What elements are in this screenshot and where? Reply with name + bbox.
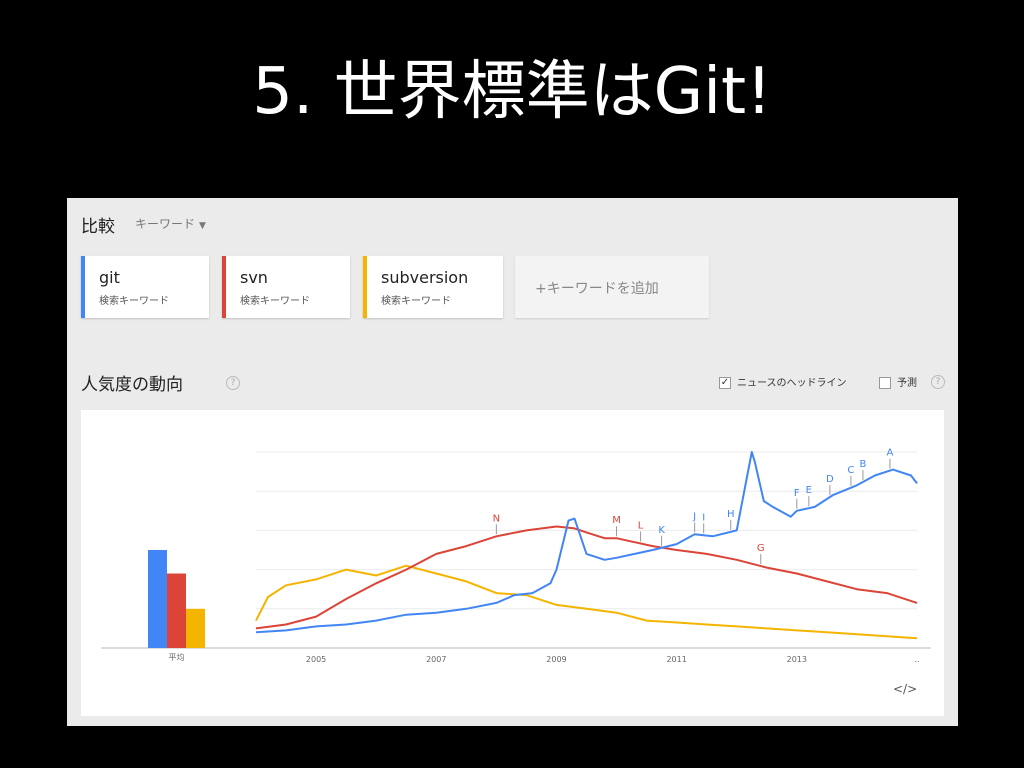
- keyword-card-git[interactable]: git 検索キーワード: [81, 256, 209, 318]
- x-tick-label: 2011: [666, 655, 686, 664]
- annotation-label-B: B: [859, 459, 866, 470]
- annotation-label-K: K: [658, 525, 665, 536]
- help-icon[interactable]: ?: [226, 376, 240, 390]
- x-tick-label: 2013: [787, 655, 807, 664]
- keyword-term: git: [99, 268, 120, 287]
- x-tick-label: 2009: [546, 655, 566, 664]
- chart-area: 平均 2005 2007 2009 2011 2013.. N M L K J I H G F E D C B A <…: [81, 410, 944, 716]
- annotation-label-N: N: [493, 513, 500, 524]
- line-git: [255, 451, 918, 634]
- annotation-label-G: G: [757, 543, 765, 554]
- keyword-color-bar: [363, 256, 367, 318]
- keyword-subtitle: 検索キーワード: [240, 296, 310, 307]
- annotation-label-C: C: [847, 465, 854, 476]
- trend-chart: 平均 2005 2007 2009 2011 2013 .. N M L K J I H G F E D CB A: [101, 448, 931, 664]
- forecast-label: 予測: [897, 378, 917, 389]
- slide-title: 5. 世界標準はGit!: [252, 55, 772, 129]
- x-tick-label: 2007: [426, 655, 446, 664]
- forecast-toggle[interactable]: 予測: [879, 374, 917, 389]
- bar-git: [148, 550, 167, 648]
- keyword-term: subversion: [381, 268, 469, 287]
- annotation-label-E: E: [806, 485, 812, 496]
- trends-panel: 比較 キーワード ▼ git 検索キーワード svn 検索キーワード subver…: [67, 198, 958, 726]
- add-keyword-button[interactable]: +キーワードを追加: [515, 256, 709, 318]
- annotation-label-F: F: [794, 488, 800, 499]
- x-tick-label: 2005: [306, 655, 326, 664]
- annotation-label-L: L: [638, 520, 644, 531]
- keyword-subtitle: 検索キーワード: [381, 296, 451, 307]
- annotation-label-A: A: [887, 448, 894, 459]
- annotation-label-D: D: [826, 474, 834, 485]
- keyword-color-bar: [81, 256, 85, 318]
- caret-down-icon: ▼: [199, 221, 206, 231]
- embed-code-button[interactable]: </>: [893, 682, 917, 696]
- forecast-help-icon[interactable]: ?: [931, 375, 945, 389]
- news-headlines-label: ニュースのヘッドライン: [737, 378, 847, 389]
- bar-category-label: 平均: [169, 652, 185, 662]
- annotation-label-J: J: [692, 511, 696, 522]
- keyword-card-subversion[interactable]: subversion 検索キーワード: [363, 256, 503, 318]
- keyword-card-svn[interactable]: svn 検索キーワード: [222, 256, 350, 318]
- keyword-subtitle: 検索キーワード: [99, 296, 169, 307]
- section-title: 人気度の動向: [81, 375, 183, 395]
- x-tick-label: ..: [914, 655, 919, 664]
- annotation-label-M: M: [612, 515, 621, 526]
- line-svn: [255, 525, 918, 630]
- keyword-term: svn: [240, 268, 268, 287]
- add-keyword-label: +キーワードを追加: [535, 281, 659, 297]
- bar-subversion: [186, 608, 205, 648]
- news-headlines-toggle[interactable]: ✓ ニュースのヘッドライン: [719, 374, 847, 389]
- compare-label: 比較: [81, 217, 115, 237]
- checkbox-checked-icon: ✓: [719, 377, 731, 389]
- compare-dropdown-label: キーワード: [135, 217, 196, 231]
- bar-svn: [167, 573, 186, 648]
- annotation-label-H: H: [727, 509, 735, 520]
- checkbox-icon: [879, 377, 891, 389]
- line-subversion: [255, 564, 918, 640]
- keyword-color-bar: [222, 256, 226, 318]
- compare-dropdown[interactable]: キーワード ▼: [135, 215, 206, 232]
- annotation-label-I: I: [702, 512, 705, 523]
